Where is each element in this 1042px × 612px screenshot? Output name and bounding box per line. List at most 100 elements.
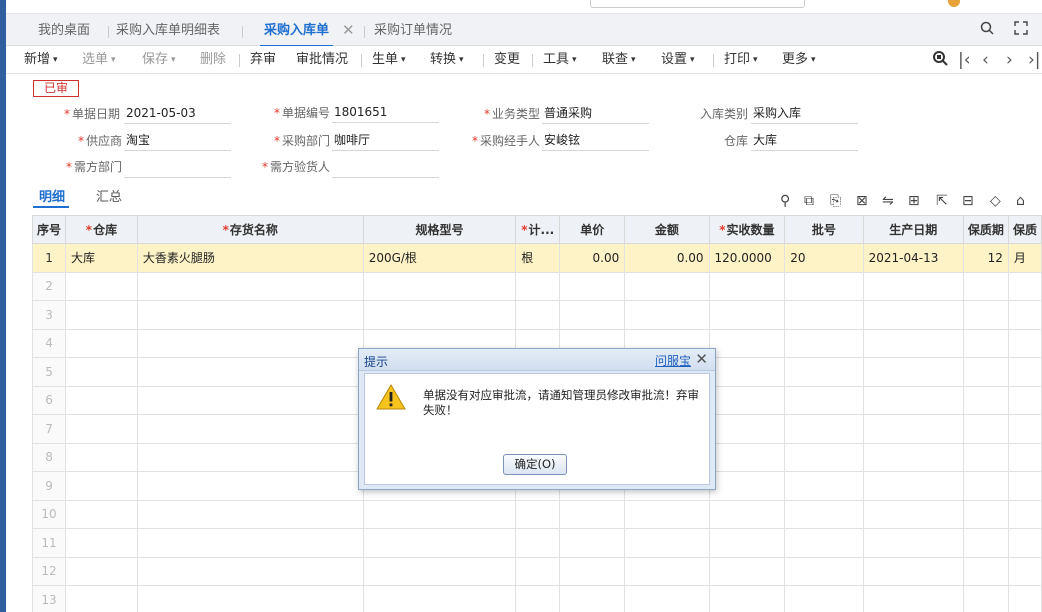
subtab-detail[interactable]: 明细 bbox=[39, 186, 65, 205]
table-cell[interactable] bbox=[65, 385, 138, 415]
table-cell[interactable] bbox=[136, 357, 364, 387]
table-cell[interactable] bbox=[862, 300, 964, 330]
col-header-price[interactable]: 单价 bbox=[559, 215, 626, 244]
table-cell[interactable] bbox=[784, 300, 864, 330]
table-cell[interactable] bbox=[624, 300, 710, 330]
col-header-qty[interactable]: *实收数量 bbox=[708, 215, 786, 244]
cell-amount[interactable]: 0.00 bbox=[624, 243, 710, 273]
column-setting-icon[interactable]: ⊞ bbox=[908, 193, 920, 209]
location-icon[interactable]: ⚲ bbox=[780, 193, 790, 209]
table-cell[interactable] bbox=[136, 442, 364, 472]
dept-field[interactable]: 咖啡厅 bbox=[332, 131, 439, 151]
col-header-spec[interactable]: 规格型号 bbox=[362, 215, 517, 244]
table-cell[interactable] bbox=[136, 528, 364, 558]
table-cell[interactable] bbox=[559, 556, 626, 586]
table-cell[interactable] bbox=[65, 271, 138, 301]
table-cell[interactable] bbox=[962, 300, 1009, 330]
col-header-seq[interactable]: 序号 bbox=[31, 215, 67, 244]
table-cell[interactable] bbox=[1007, 300, 1042, 330]
table-cell[interactable] bbox=[559, 585, 626, 612]
table-cell[interactable] bbox=[708, 414, 786, 444]
table-cell[interactable] bbox=[708, 585, 786, 612]
cell-seq[interactable]: 7 bbox=[31, 414, 67, 444]
table-cell[interactable] bbox=[708, 471, 786, 501]
table-row[interactable]: 3 bbox=[31, 300, 1042, 330]
in-type-field[interactable]: 采购入库 bbox=[751, 104, 858, 124]
table-cell[interactable] bbox=[862, 585, 964, 612]
col-header-unit[interactable]: *计... bbox=[515, 215, 561, 244]
table-cell[interactable] bbox=[136, 471, 364, 501]
table-cell[interactable] bbox=[784, 357, 864, 387]
subtab-summary[interactable]: 汇总 bbox=[96, 186, 122, 205]
table-row[interactable]: 1 大库 大香素火腿肠 200G/根 根 0.00 0.00 120.0000 … bbox=[31, 243, 1042, 273]
cell-seq[interactable]: 4 bbox=[31, 328, 67, 358]
table-cell[interactable] bbox=[1007, 414, 1042, 444]
table-cell[interactable] bbox=[862, 357, 964, 387]
dialog-header[interactable]: 提示 问服宝 ✕ bbox=[359, 349, 715, 371]
table-cell[interactable] bbox=[362, 300, 517, 330]
cell-seq[interactable]: 9 bbox=[31, 471, 67, 501]
table-cell[interactable] bbox=[362, 585, 517, 612]
table-cell[interactable] bbox=[624, 499, 710, 529]
table-cell[interactable] bbox=[515, 585, 561, 612]
tab-purchase-order-status[interactable]: 采购订单情况 bbox=[374, 22, 452, 40]
table-cell[interactable] bbox=[1007, 556, 1042, 586]
table-cell[interactable] bbox=[708, 556, 786, 586]
table-cell[interactable] bbox=[1007, 499, 1042, 529]
table-cell[interactable] bbox=[862, 414, 964, 444]
delete-row-icon[interactable]: ⊠ bbox=[856, 193, 868, 209]
table-cell[interactable] bbox=[624, 585, 710, 612]
table-cell[interactable] bbox=[515, 499, 561, 529]
table-cell[interactable] bbox=[65, 556, 138, 586]
zoom-search-icon[interactable] bbox=[932, 50, 948, 71]
table-cell[interactable] bbox=[362, 528, 517, 558]
warehouse-field[interactable]: 大库 bbox=[751, 131, 858, 151]
table-cell[interactable] bbox=[862, 442, 964, 472]
close-icon[interactable]: ✕ bbox=[695, 350, 708, 368]
table-cell[interactable] bbox=[784, 271, 864, 301]
table-cell[interactable] bbox=[1007, 357, 1042, 387]
table-cell[interactable] bbox=[784, 528, 864, 558]
table-cell[interactable] bbox=[515, 271, 561, 301]
table-row[interactable]: 12 bbox=[31, 556, 1042, 586]
table-cell[interactable] bbox=[708, 300, 786, 330]
table-cell[interactable] bbox=[65, 328, 138, 358]
cell-seq[interactable]: 13 bbox=[31, 585, 67, 612]
supplier-field[interactable]: 淘宝 bbox=[124, 131, 231, 151]
cell-warehouse[interactable]: 大库 bbox=[65, 243, 138, 273]
cell-seq[interactable]: 5 bbox=[31, 357, 67, 387]
table-cell[interactable] bbox=[708, 271, 786, 301]
table-cell[interactable] bbox=[862, 499, 964, 529]
doc-date-field[interactable]: 2021-05-03 bbox=[124, 104, 231, 124]
cell-seq[interactable]: 11 bbox=[31, 528, 67, 558]
cell-shelf-unit[interactable]: 月 bbox=[1007, 243, 1042, 273]
table-row[interactable]: 2 bbox=[31, 271, 1042, 301]
table-cell[interactable] bbox=[65, 528, 138, 558]
table-cell[interactable] bbox=[136, 499, 364, 529]
cell-spec[interactable]: 200G/根 bbox=[362, 243, 517, 273]
table-cell[interactable] bbox=[624, 528, 710, 558]
cell-shelf-life[interactable]: 12 bbox=[962, 243, 1009, 273]
delete-button[interactable]: 删除 bbox=[200, 52, 226, 68]
table-cell[interactable] bbox=[708, 328, 786, 358]
table-cell[interactable] bbox=[784, 499, 864, 529]
table-cell[interactable] bbox=[962, 528, 1009, 558]
table-cell[interactable] bbox=[362, 499, 517, 529]
cell-unit[interactable]: 根 bbox=[515, 243, 561, 273]
cell-item-name[interactable]: 大香素火腿肠 bbox=[136, 243, 364, 273]
table-cell[interactable] bbox=[862, 556, 964, 586]
table-cell[interactable] bbox=[1007, 442, 1042, 472]
table-cell[interactable] bbox=[559, 300, 626, 330]
table-cell[interactable] bbox=[559, 528, 626, 558]
table-cell[interactable] bbox=[1007, 471, 1042, 501]
table-cell[interactable] bbox=[784, 414, 864, 444]
table-cell[interactable] bbox=[708, 385, 786, 415]
tab-purchase-receipt-detail[interactable]: 采购入库单明细表 bbox=[116, 22, 220, 40]
user-avatar[interactable] bbox=[948, 0, 960, 7]
ok-button[interactable]: 确定(O) bbox=[503, 454, 567, 475]
cell-seq[interactable]: 1 bbox=[31, 243, 67, 273]
table-cell[interactable] bbox=[962, 442, 1009, 472]
grid-layout-icon[interactable]: ⊟ bbox=[962, 193, 974, 209]
home-icon[interactable]: ⌂ bbox=[1016, 193, 1025, 209]
table-cell[interactable] bbox=[65, 357, 138, 387]
